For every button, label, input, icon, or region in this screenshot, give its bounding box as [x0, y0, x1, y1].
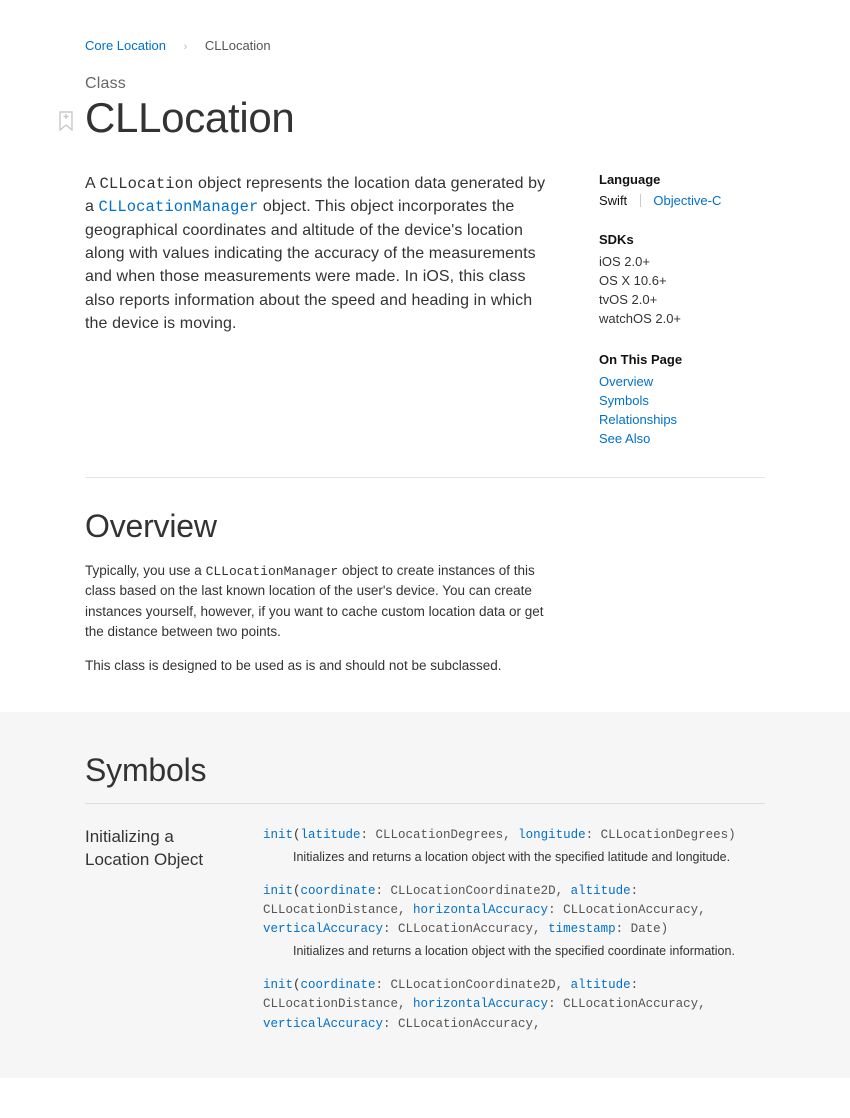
code-token: CLLocation: [99, 175, 193, 193]
symbol-declaration[interactable]: init(coordinate: CLLocationCoordinate2D,…: [263, 976, 765, 1034]
aside-panel: Language Swift Objective-C SDKs iOS 2.0+…: [599, 172, 797, 449]
overview-section: Overview Typically, you use a CLLocation…: [0, 478, 850, 677]
breadcrumb-parent[interactable]: Core Location: [85, 38, 166, 53]
otp-link-symbols[interactable]: Symbols: [599, 393, 649, 408]
overview-paragraph: Typically, you use a CLLocationManager o…: [85, 561, 545, 642]
sdk-item: OS X 10.6+: [599, 272, 797, 291]
symbol-declaration[interactable]: init(coordinate: CLLocationCoordinate2D,…: [263, 882, 765, 940]
sdk-item: iOS 2.0+: [599, 253, 797, 272]
symbol-group-label: Initializing a Location Object: [85, 826, 235, 1038]
link-cllocationmanager[interactable]: CLLocationManager: [99, 198, 259, 216]
sdk-item: watchOS 2.0+: [599, 310, 797, 329]
bookmark-icon[interactable]: [58, 111, 74, 136]
symbols-heading: Symbols: [85, 752, 765, 789]
divider: [85, 803, 765, 804]
page-title: CLLocation: [85, 94, 850, 142]
eyebrow-label: Class: [85, 75, 850, 93]
symbol-description: Initializes and returns a location objec…: [293, 944, 765, 958]
sdks-heading: SDKs: [599, 232, 797, 247]
symbol-declaration[interactable]: init(latitude: CLLocationDegrees, longit…: [263, 826, 765, 845]
intro-paragraph: A CLLocation object represents the locat…: [85, 172, 555, 335]
breadcrumb: Core Location › CLLocation: [0, 0, 850, 53]
language-objc-link[interactable]: Objective-C: [653, 193, 721, 208]
overview-heading: Overview: [85, 508, 765, 545]
language-selected: Swift: [599, 193, 627, 208]
on-this-page-heading: On This Page: [599, 352, 797, 367]
divider: [640, 194, 641, 207]
code-token: CLLocationManager: [206, 564, 339, 579]
breadcrumb-current: CLLocation: [205, 38, 271, 53]
symbols-section: Symbols Initializing a Location Object i…: [0, 712, 850, 1078]
overview-paragraph: This class is designed to be used as is …: [85, 656, 545, 676]
sdk-item: tvOS 2.0+: [599, 291, 797, 310]
language-heading: Language: [599, 172, 797, 187]
otp-link-overview[interactable]: Overview: [599, 374, 653, 389]
chevron-right-icon: ›: [184, 41, 188, 53]
otp-link-see-also[interactable]: See Also: [599, 431, 650, 446]
otp-link-relationships[interactable]: Relationships: [599, 412, 677, 427]
symbol-description: Initializes and returns a location objec…: [293, 850, 765, 864]
